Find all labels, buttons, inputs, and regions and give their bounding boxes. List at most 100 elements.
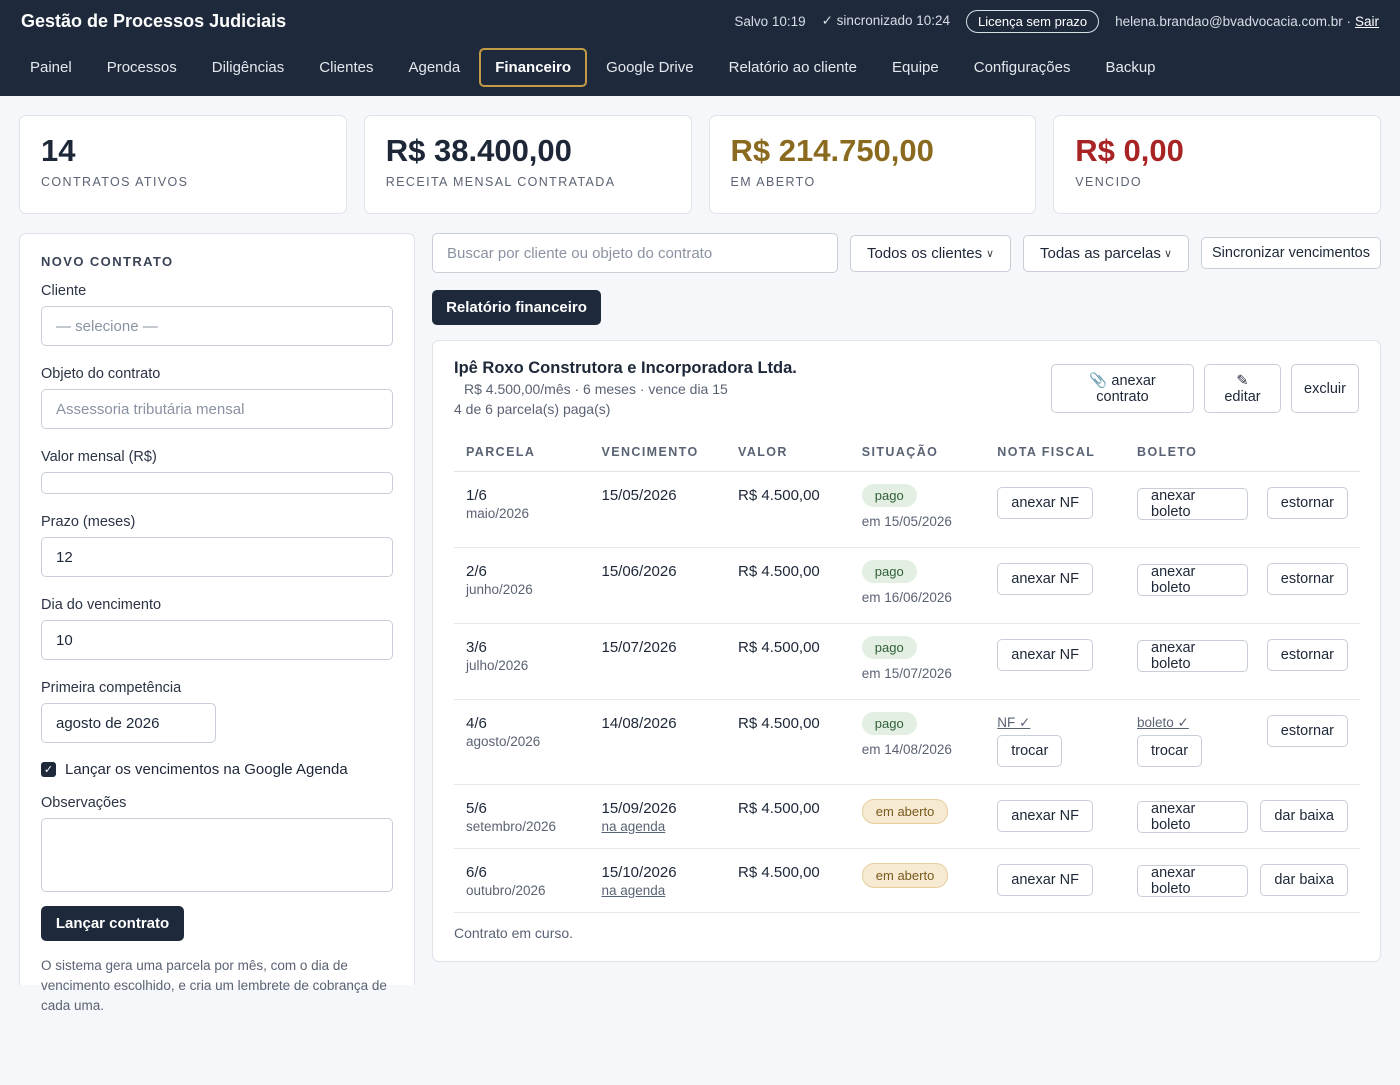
table-row: 4/6 agosto/2026 14/08/2026 R$ 4.500,00 pago e… xyxy=(454,699,1360,785)
attach-invoice-button[interactable]: anexar NF xyxy=(997,638,1093,671)
nav-item-2[interactable]: Diligências xyxy=(212,50,285,85)
column-header-actions xyxy=(1247,434,1360,472)
app-title: Gestão de Processos Judiciais xyxy=(21,10,287,31)
nav-item-8[interactable]: Equipe xyxy=(892,50,939,85)
reverse-payment-button[interactable]: estornar xyxy=(1266,562,1348,595)
object-input[interactable]: Assessoria tributária mensal xyxy=(41,389,393,429)
stat-card: R$ 0,00 VENCIDO xyxy=(1053,115,1381,214)
action-cell: estornar xyxy=(1247,699,1360,785)
notes-label: Observações xyxy=(41,795,127,811)
attach-boleto-button[interactable]: anexar boleto xyxy=(1137,487,1248,520)
nav-item-7[interactable]: Relatório ao cliente xyxy=(729,50,857,85)
due-date: 14/08/2026 xyxy=(601,714,677,732)
installment-number: 2/6 xyxy=(466,562,487,580)
due-date: 15/06/2026 xyxy=(601,562,677,580)
sync-due-dates-button[interactable]: Sincronizar vencimentos xyxy=(1201,237,1381,269)
search-input[interactable]: Buscar por cliente ou objeto do contrato xyxy=(432,233,838,273)
reverse-payment-button[interactable]: estornar xyxy=(1266,714,1348,747)
installment-month: setembro/2026 xyxy=(466,818,557,834)
table-row: 6/6 outubro/2026 15/10/2026 na agenda R$ 4.5… xyxy=(454,848,1360,913)
stat-label: EM ABERTO xyxy=(730,175,816,189)
attach-contract-label: anexar xyxy=(1111,372,1156,389)
reverse-payment-button[interactable]: estornar xyxy=(1266,486,1348,519)
nav-item-9[interactable]: Configurações xyxy=(974,50,1071,85)
boleto-cell: anexar boleto xyxy=(1125,848,1248,913)
attach-invoice-button[interactable]: anexar NF xyxy=(997,486,1093,519)
paid-date: em 15/05/2026 xyxy=(861,513,952,529)
installment-month: outubro/2026 xyxy=(466,882,546,898)
calendar-link[interactable]: na agenda xyxy=(601,819,726,834)
status-badge: pago xyxy=(861,483,917,507)
replace-boleto-button[interactable]: trocar xyxy=(1137,734,1203,767)
value-input[interactable] xyxy=(41,472,393,494)
boleto-cell: anexar boleto xyxy=(1125,547,1248,624)
term-input[interactable]: 12 xyxy=(41,537,393,577)
calendar-checkbox[interactable]: ✓ xyxy=(41,762,56,777)
mark-paid-button[interactable]: dar baixa xyxy=(1260,863,1348,896)
main-nav: Painel Processos Diligências Clientes Agenda… xyxy=(9,48,1156,87)
logout-link[interactable]: Sair xyxy=(1355,14,1379,29)
top-bar: Gestão de Processos Judiciais Salvo 10:1… xyxy=(0,0,1400,96)
sync-status: ✓ sincronizado 10:24 xyxy=(821,13,951,28)
paid-date: em 14/08/2026 xyxy=(861,741,952,757)
delete-contract-button[interactable]: excluir xyxy=(1291,364,1359,413)
due-date: 15/09/2026 xyxy=(601,799,677,817)
status-cell: pago em 14/08/2026 xyxy=(849,699,986,785)
attach-boleto-button[interactable]: anexar boleto xyxy=(1137,639,1248,672)
due-day-input[interactable]: 10 xyxy=(41,620,393,660)
replace-invoice-button[interactable]: trocar xyxy=(997,734,1063,767)
pencil-icon: ✎ xyxy=(1236,372,1249,389)
nav-item-3[interactable]: Clientes xyxy=(319,50,373,85)
nav-item-0[interactable]: Painel xyxy=(30,50,72,85)
contract-status-text: Contrato em curso. xyxy=(454,925,574,941)
user-email: helena.brandao@bvadvocacia.com.br · xyxy=(1115,13,1351,29)
reverse-payment-button[interactable]: estornar xyxy=(1266,638,1348,671)
submit-contract-button[interactable]: Lançar contrato xyxy=(41,906,184,941)
column-header: VALOR xyxy=(726,434,850,472)
installment-number: 3/6 xyxy=(466,638,487,656)
attach-boleto-button[interactable]: anexar boleto xyxy=(1137,864,1248,897)
stats-row: 14 CONTRATOS ATIVOS R$ 38.400,00 RECEITA ME… xyxy=(19,115,1381,214)
installment-cell: 5/6 setembro/2026 xyxy=(454,784,590,849)
calendar-link[interactable]: na agenda xyxy=(601,883,726,898)
client-select[interactable]: — selecione — xyxy=(41,306,393,346)
contract-card: Ipê Roxo Construtora e Incorporadora Ltd… xyxy=(432,340,1381,962)
invoice-attached-link[interactable]: NF ✓ xyxy=(997,715,1125,731)
boleto-attached-link[interactable]: boleto ✓ xyxy=(1137,715,1248,731)
nav-item-4[interactable]: Agenda xyxy=(408,50,460,85)
paid-date: em 16/06/2026 xyxy=(861,589,952,605)
financial-report-button[interactable]: Relatório financeiro xyxy=(432,290,601,325)
installment-value: R$ 4.500,00 xyxy=(738,562,820,580)
invoice-cell: anexar NF xyxy=(985,623,1126,700)
client-filter-value: Todos os clientes xyxy=(867,245,983,262)
attach-boleto-button[interactable]: anexar boleto xyxy=(1137,563,1248,596)
attach-invoice-button[interactable]: anexar NF xyxy=(997,562,1093,595)
attach-invoice-button[interactable]: anexar NF xyxy=(997,799,1093,832)
column-header: PARCELA xyxy=(454,434,590,472)
attach-invoice-button[interactable]: anexar NF xyxy=(997,863,1093,896)
client-label: Cliente xyxy=(41,283,87,299)
nav-item-1[interactable]: Processos xyxy=(107,50,177,85)
installments-table: PARCELA VENCIMENTO VALOR SITUAÇÃO NOTA FISCA… xyxy=(454,434,1360,913)
mark-paid-button[interactable]: dar baixa xyxy=(1260,799,1348,832)
client-filter-select[interactable]: Todos os clientes ∨ xyxy=(850,235,1011,272)
table-row: 5/6 setembro/2026 15/09/2026 na agenda R$ 4.… xyxy=(454,784,1360,849)
installment-month: maio/2026 xyxy=(466,505,530,521)
stat-label: RECEITA MENSAL CONTRATADA xyxy=(385,175,616,189)
notes-textarea[interactable] xyxy=(41,818,393,892)
installment-cell: 2/6 junho/2026 xyxy=(454,547,590,624)
status-cell: em aberto xyxy=(849,848,986,913)
due-date-cell: 15/09/2026 na agenda xyxy=(589,784,727,849)
stat-card: R$ 38.400,00 RECEITA MENSAL CONTRATADA xyxy=(363,115,692,214)
installment-cell: 3/6 julho/2026 xyxy=(454,623,590,700)
nav-item-5[interactable]: Financeiro xyxy=(479,48,588,87)
first-competence-input[interactable]: agosto de 2026 xyxy=(41,703,216,743)
edit-contract-button[interactable]: ✎ editar xyxy=(1204,364,1281,413)
installment-value: R$ 4.500,00 xyxy=(738,714,820,732)
attach-contract-button[interactable]: 📎 anexar contrato xyxy=(1051,364,1194,413)
nav-item-6[interactable]: Google Drive xyxy=(606,50,694,85)
installment-filter-select[interactable]: Todas as parcelas ∨ xyxy=(1023,235,1189,272)
attach-boleto-button[interactable]: anexar boleto xyxy=(1137,800,1248,833)
nav-item-10[interactable]: Backup xyxy=(1105,50,1155,85)
status-cell: pago em 15/07/2026 xyxy=(849,623,986,700)
